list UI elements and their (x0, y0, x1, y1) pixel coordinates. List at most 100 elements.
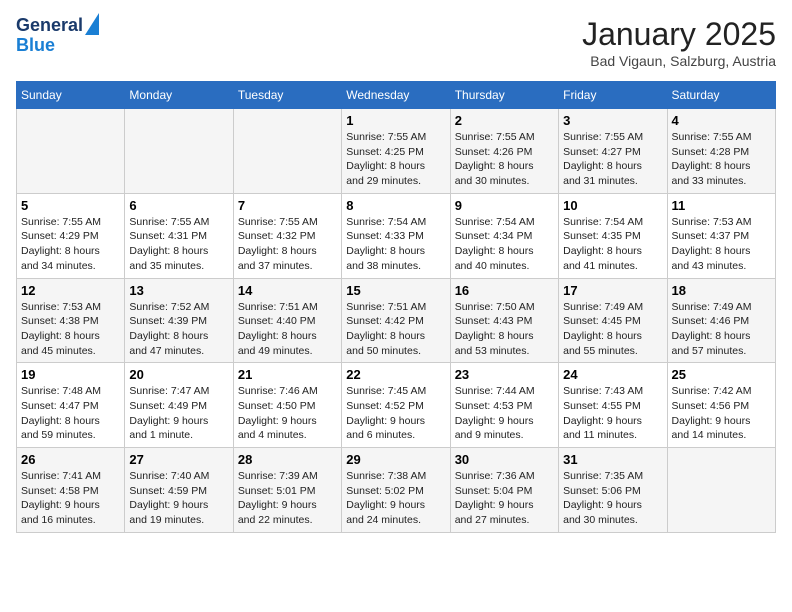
calendar-day-19: 19Sunrise: 7:48 AMSunset: 4:47 PMDayligh… (17, 363, 125, 448)
weekday-header-friday: Friday (559, 82, 667, 109)
page-header: General Blue January 2025 Bad Vigaun, Sa… (16, 16, 776, 69)
day-number: 1 (346, 113, 445, 128)
calendar-empty-cell (233, 109, 341, 194)
day-info-text: Sunrise: 7:55 AMSunset: 4:26 PMDaylight:… (455, 130, 554, 189)
weekday-header-tuesday: Tuesday (233, 82, 341, 109)
calendar-header-row: SundayMondayTuesdayWednesdayThursdayFrid… (17, 82, 776, 109)
location-subtitle: Bad Vigaun, Salzburg, Austria (582, 53, 776, 69)
title-block: January 2025 Bad Vigaun, Salzburg, Austr… (582, 16, 776, 69)
calendar-day-4: 4 Sunrise: 7:55 AMSunset: 4:28 PMDaylight… (667, 109, 775, 194)
day-number: 28 (238, 452, 337, 467)
day-number: 30 (455, 452, 554, 467)
day-info-text: Sunrise: 7:35 AMSunset: 5:06 PMDaylight:… (563, 469, 662, 528)
day-number: 12 (21, 283, 120, 298)
calendar-day-15: 15Sunrise: 7:51 AMSunset: 4:42 PMDayligh… (342, 278, 450, 363)
day-info-text: Sunrise: 7:53 AMSunset: 4:38 PMDaylight:… (21, 300, 120, 359)
logo-text-general: General (16, 16, 83, 36)
calendar-day-7: 7 Sunrise: 7:55 AMSunset: 4:32 PMDaylight… (233, 193, 341, 278)
day-info-text: Sunrise: 7:55 AMSunset: 4:32 PMDaylight:… (238, 215, 337, 274)
day-info-text: Sunrise: 7:46 AMSunset: 4:50 PMDaylight:… (238, 384, 337, 443)
day-info-text: Sunrise: 7:52 AMSunset: 4:39 PMDaylight:… (129, 300, 228, 359)
day-info-text: Sunrise: 7:55 AMSunset: 4:31 PMDaylight:… (129, 215, 228, 274)
calendar-day-30: 30 Sunrise: 7:36 AMSunset: 5:04 PMDayligh… (450, 448, 558, 533)
day-info-text: Sunrise: 7:48 AMSunset: 4:47 PMDaylight:… (21, 384, 120, 443)
day-info-text: Sunrise: 7:40 AMSunset: 4:59 PMDaylight:… (129, 469, 228, 528)
month-year-title: January 2025 (582, 16, 776, 53)
weekday-header-wednesday: Wednesday (342, 82, 450, 109)
calendar-day-5: 5 Sunrise: 7:55 AMSunset: 4:29 PMDaylight… (17, 193, 125, 278)
day-number: 2 (455, 113, 554, 128)
day-info-text: Sunrise: 7:54 AMSunset: 4:35 PMDaylight:… (563, 215, 662, 274)
calendar-day-25: 25 Sunrise: 7:42 AMSunset: 4:56 PMDayligh… (667, 363, 775, 448)
day-info-text: Sunrise: 7:50 AMSunset: 4:43 PMDaylight:… (455, 300, 554, 359)
calendar-empty-cell (667, 448, 775, 533)
day-number: 18 (672, 283, 771, 298)
calendar-day-11: 11 Sunrise: 7:53 AMSunset: 4:37 PMDayligh… (667, 193, 775, 278)
calendar-table: SundayMondayTuesdayWednesdayThursdayFrid… (16, 81, 776, 533)
day-number: 21 (238, 367, 337, 382)
calendar-day-13: 13 Sunrise: 7:52 AMSunset: 4:39 PMDayligh… (125, 278, 233, 363)
calendar-day-23: 23 Sunrise: 7:44 AMSunset: 4:53 PMDayligh… (450, 363, 558, 448)
calendar-week-row: 1 Sunrise: 7:55 AMSunset: 4:25 PMDaylight… (17, 109, 776, 194)
day-info-text: Sunrise: 7:42 AMSunset: 4:56 PMDaylight:… (672, 384, 771, 443)
logo-triangle-icon (85, 13, 99, 35)
day-number: 6 (129, 198, 228, 213)
day-info-text: Sunrise: 7:54 AMSunset: 4:33 PMDaylight:… (346, 215, 445, 274)
day-number: 3 (563, 113, 662, 128)
day-info-text: Sunrise: 7:55 AMSunset: 4:29 PMDaylight:… (21, 215, 120, 274)
day-number: 8 (346, 198, 445, 213)
day-number: 14 (238, 283, 337, 298)
day-number: 9 (455, 198, 554, 213)
day-info-text: Sunrise: 7:53 AMSunset: 4:37 PMDaylight:… (672, 215, 771, 274)
day-number: 7 (238, 198, 337, 213)
calendar-day-26: 26 Sunrise: 7:41 AMSunset: 4:58 PMDayligh… (17, 448, 125, 533)
day-info-text: Sunrise: 7:55 AMSunset: 4:28 PMDaylight:… (672, 130, 771, 189)
calendar-day-28: 28Sunrise: 7:39 AMSunset: 5:01 PMDayligh… (233, 448, 341, 533)
calendar-day-16: 16 Sunrise: 7:50 AMSunset: 4:43 PMDayligh… (450, 278, 558, 363)
day-number: 23 (455, 367, 554, 382)
day-info-text: Sunrise: 7:41 AMSunset: 4:58 PMDaylight:… (21, 469, 120, 528)
day-info-text: Sunrise: 7:49 AMSunset: 4:46 PMDaylight:… (672, 300, 771, 359)
day-number: 31 (563, 452, 662, 467)
day-info-text: Sunrise: 7:36 AMSunset: 5:04 PMDaylight:… (455, 469, 554, 528)
calendar-day-24: 24Sunrise: 7:43 AMSunset: 4:55 PMDayligh… (559, 363, 667, 448)
day-number: 10 (563, 198, 662, 213)
day-number: 15 (346, 283, 445, 298)
calendar-day-29: 29 Sunrise: 7:38 AMSunset: 5:02 PMDayligh… (342, 448, 450, 533)
day-number: 13 (129, 283, 228, 298)
day-number: 17 (563, 283, 662, 298)
calendar-day-6: 6 Sunrise: 7:55 AMSunset: 4:31 PMDaylight… (125, 193, 233, 278)
day-info-text: Sunrise: 7:51 AMSunset: 4:40 PMDaylight:… (238, 300, 337, 359)
weekday-header-sunday: Sunday (17, 82, 125, 109)
day-number: 29 (346, 452, 445, 467)
day-info-text: Sunrise: 7:44 AMSunset: 4:53 PMDaylight:… (455, 384, 554, 443)
day-number: 20 (129, 367, 228, 382)
day-number: 26 (21, 452, 120, 467)
calendar-empty-cell (125, 109, 233, 194)
day-number: 16 (455, 283, 554, 298)
calendar-day-8: 8 Sunrise: 7:54 AMSunset: 4:33 PMDaylight… (342, 193, 450, 278)
calendar-day-1: 1 Sunrise: 7:55 AMSunset: 4:25 PMDaylight… (342, 109, 450, 194)
day-info-text: Sunrise: 7:49 AMSunset: 4:45 PMDaylight:… (563, 300, 662, 359)
calendar-day-2: 2 Sunrise: 7:55 AMSunset: 4:26 PMDaylight… (450, 109, 558, 194)
day-number: 5 (21, 198, 120, 213)
day-number: 27 (129, 452, 228, 467)
calendar-day-17: 17 Sunrise: 7:49 AMSunset: 4:45 PMDayligh… (559, 278, 667, 363)
day-info-text: Sunrise: 7:38 AMSunset: 5:02 PMDaylight:… (346, 469, 445, 528)
day-number: 25 (672, 367, 771, 382)
weekday-header-thursday: Thursday (450, 82, 558, 109)
day-number: 4 (672, 113, 771, 128)
day-info-text: Sunrise: 7:55 AMSunset: 4:27 PMDaylight:… (563, 130, 662, 189)
day-info-text: Sunrise: 7:55 AMSunset: 4:25 PMDaylight:… (346, 130, 445, 189)
day-info-text: Sunrise: 7:54 AMSunset: 4:34 PMDaylight:… (455, 215, 554, 274)
calendar-day-21: 21 Sunrise: 7:46 AMSunset: 4:50 PMDayligh… (233, 363, 341, 448)
calendar-day-22: 22Sunrise: 7:45 AMSunset: 4:52 PMDayligh… (342, 363, 450, 448)
calendar-day-14: 14 Sunrise: 7:51 AMSunset: 4:40 PMDayligh… (233, 278, 341, 363)
day-info-text: Sunrise: 7:47 AMSunset: 4:49 PMDaylight:… (129, 384, 228, 443)
calendar-week-row: 5 Sunrise: 7:55 AMSunset: 4:29 PMDaylight… (17, 193, 776, 278)
day-number: 11 (672, 198, 771, 213)
calendar-day-3: 3 Sunrise: 7:55 AMSunset: 4:27 PMDaylight… (559, 109, 667, 194)
calendar-week-row: 26 Sunrise: 7:41 AMSunset: 4:58 PMDayligh… (17, 448, 776, 533)
logo: General Blue (16, 16, 99, 56)
weekday-header-monday: Monday (125, 82, 233, 109)
